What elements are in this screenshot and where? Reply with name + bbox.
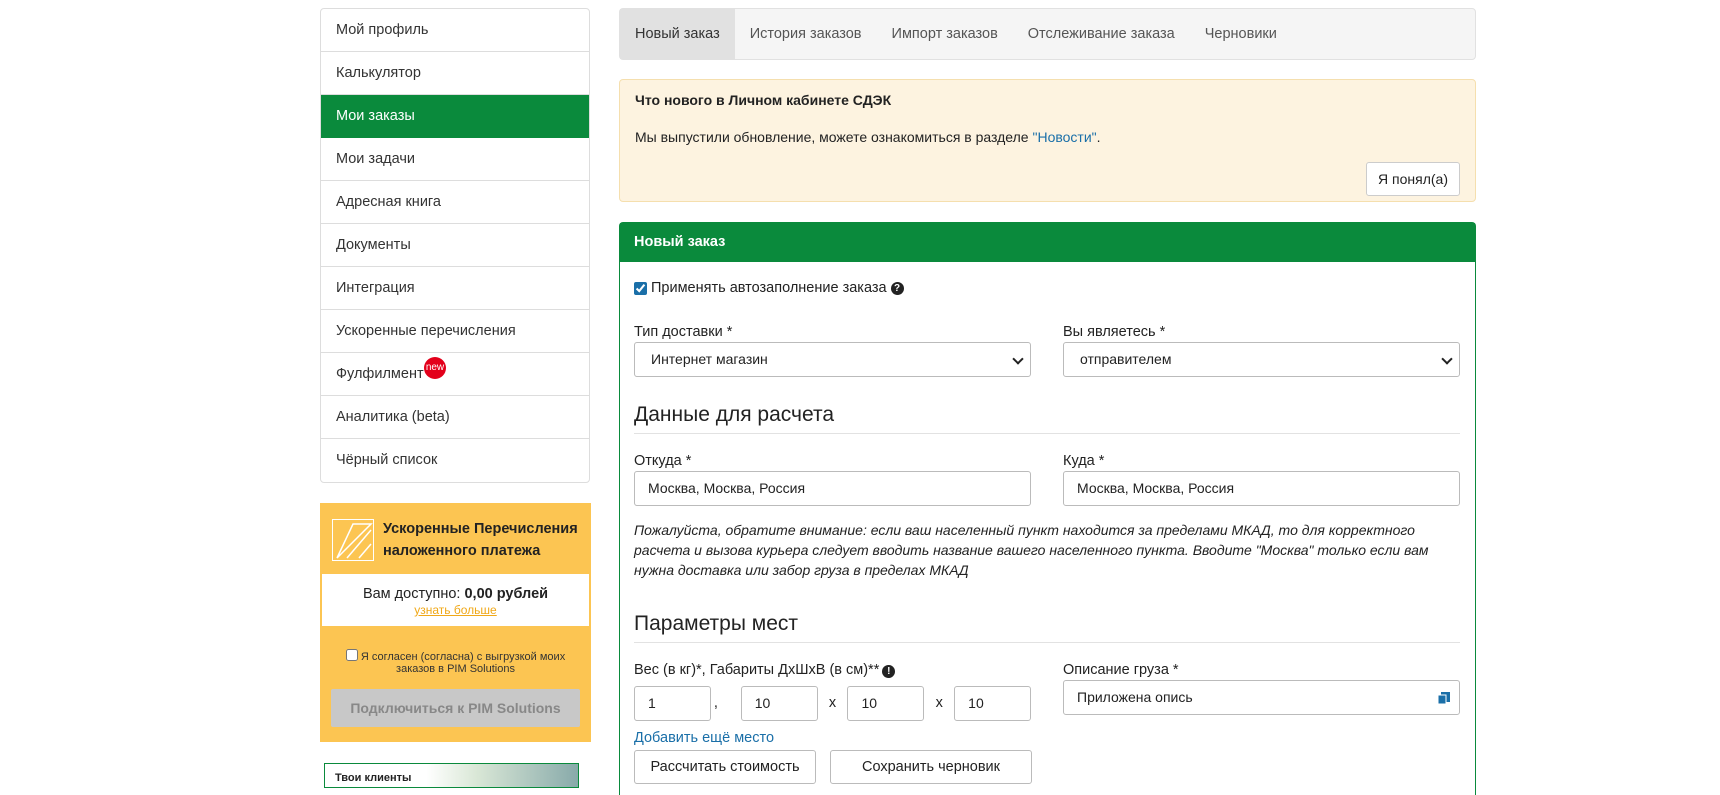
agree-text: Я согласен (согласна) с выгрузкой моих з…: [360, 651, 566, 675]
tab-drafts[interactable]: Черновики: [1190, 9, 1292, 59]
sidebar-item-integration[interactable]: Интеграция: [321, 267, 589, 310]
role-label: Вы являетесь *: [1063, 324, 1166, 340]
tab-new-order[interactable]: Новый заказ: [620, 9, 735, 59]
agree-row: Я согласен (согласна) с выгрузкой моих з…: [320, 627, 591, 675]
news-link[interactable]: "Новости": [1032, 129, 1096, 145]
tab-order-history[interactable]: История заказов: [735, 9, 877, 59]
available-value: 0,00 рублей: [464, 586, 549, 602]
chevron-down-icon: [1441, 353, 1453, 365]
sidebar-item-analytics[interactable]: Аналитика (beta): [321, 396, 589, 439]
accelerated-transfers-promo: Ускоренные Перечисления наложенного плат…: [320, 503, 591, 742]
chevron-down-icon: [1012, 353, 1024, 365]
sidebar-item-address-book[interactable]: Адресная книга: [321, 181, 589, 224]
from-input[interactable]: Москва, Москва, Россия: [634, 471, 1031, 506]
separator-comma: ,: [713, 695, 718, 711]
to-input[interactable]: Москва, Москва, Россия: [1063, 471, 1460, 506]
calculate-button[interactable]: Рассчитать стоимость: [634, 750, 816, 784]
sidebar-item-fulfillment[interactable]: Фулфилмент new: [321, 353, 589, 396]
role-select[interactable]: отправителем: [1063, 342, 1460, 377]
tab-order-tracking[interactable]: Отслеживание заказа: [1013, 9, 1190, 59]
notice-title: Что нового в Личном кабинете СДЭК: [635, 92, 892, 108]
main-content: Новый заказ История заказов Импорт заказ…: [619, 8, 1476, 795]
sidebar: Мой профиль Калькулятор Мои заказы Мои з…: [320, 8, 591, 788]
ad-banner[interactable]: Твои клиенты: [324, 763, 579, 788]
sidebar-item-my-orders[interactable]: Мои заказы: [321, 95, 589, 138]
places-section-title: Параметры мест: [634, 612, 1460, 643]
autofill-label: Применять автозаполнение заказа: [651, 280, 887, 296]
new-order-panel: Новый заказ Применять автозаполнение зак…: [619, 222, 1476, 795]
promo-balance: Вам доступно: 0,00 рублей узнать больше: [321, 573, 590, 627]
sidebar-item-profile[interactable]: Мой профиль: [321, 9, 589, 52]
available-label: Вам доступно:: [362, 586, 465, 602]
new-badge: new: [424, 357, 446, 379]
add-place-link[interactable]: Добавить ещё место: [634, 730, 1460, 746]
length-input[interactable]: 10: [740, 685, 818, 721]
sidebar-item-my-tasks[interactable]: Мои задачи: [321, 138, 589, 181]
width-input[interactable]: 10: [847, 685, 925, 721]
autofill-checkbox[interactable]: [634, 281, 647, 295]
agree-checkbox[interactable]: [345, 649, 358, 661]
whats-new-notice: Что нового в Личном кабинете СДЭК Мы вып…: [619, 79, 1476, 202]
sidebar-nav: Мой профиль Калькулятор Мои заказы Мои з…: [320, 8, 590, 483]
autofill-row: Применять автозаполнение заказа ?: [634, 280, 1460, 296]
cargo-input[interactable]: Приложена опись: [1063, 680, 1460, 715]
order-tabs: Новый заказ История заказов Импорт заказ…: [619, 8, 1476, 60]
calc-section-title: Данные для расчета: [634, 403, 1460, 434]
sidebar-item-blacklist[interactable]: Чёрный список: [321, 439, 589, 482]
from-label: Откуда *: [634, 453, 692, 469]
panel-title: Новый заказ: [620, 223, 1475, 262]
to-label: Куда *: [1063, 453, 1105, 469]
pim-logo-icon: [332, 519, 374, 561]
weight-input[interactable]: 1: [634, 685, 711, 721]
connect-pim-button[interactable]: Подключиться к PIM Solutions: [331, 689, 580, 727]
delivery-type-select[interactable]: Интернет магазин: [634, 342, 1031, 377]
copy-icon[interactable]: [1437, 691, 1451, 705]
sidebar-item-accelerated-transfers[interactable]: Ускоренные перечисления: [321, 310, 589, 353]
sidebar-item-calculator[interactable]: Калькулятор: [321, 52, 589, 95]
sidebar-item-label: Фулфилмент: [336, 366, 424, 382]
help-icon[interactable]: ?: [890, 281, 904, 295]
sidebar-item-documents[interactable]: Документы: [321, 224, 589, 267]
promo-title: Ускоренные Перечисления наложенного плат…: [383, 521, 578, 559]
tab-order-import[interactable]: Импорт заказов: [877, 9, 1013, 59]
acknowledge-button[interactable]: Я понял(а): [1366, 162, 1460, 196]
learn-more-link[interactable]: узнать больше: [322, 603, 589, 617]
info-icon[interactable]: !: [882, 665, 896, 678]
weight-dims-label: Вес (в кг)*, Габариты ДхШхВ (в см)**!: [634, 662, 1031, 678]
banner-text: Твои клиенты: [335, 772, 412, 784]
notice-text: Мы выпустили обновление, можете ознакоми…: [635, 129, 1101, 145]
city-note: Пожалуйста, обратите внимание: если ваш …: [634, 522, 1429, 578]
cargo-label: Описание груза *: [1063, 662, 1179, 678]
separator-x: x: [828, 695, 837, 711]
delivery-type-label: Тип доставки *: [634, 324, 733, 340]
height-input[interactable]: 10: [954, 685, 1031, 721]
save-draft-button[interactable]: Сохранить черновик: [830, 750, 1032, 784]
separator-x: x: [935, 695, 943, 711]
